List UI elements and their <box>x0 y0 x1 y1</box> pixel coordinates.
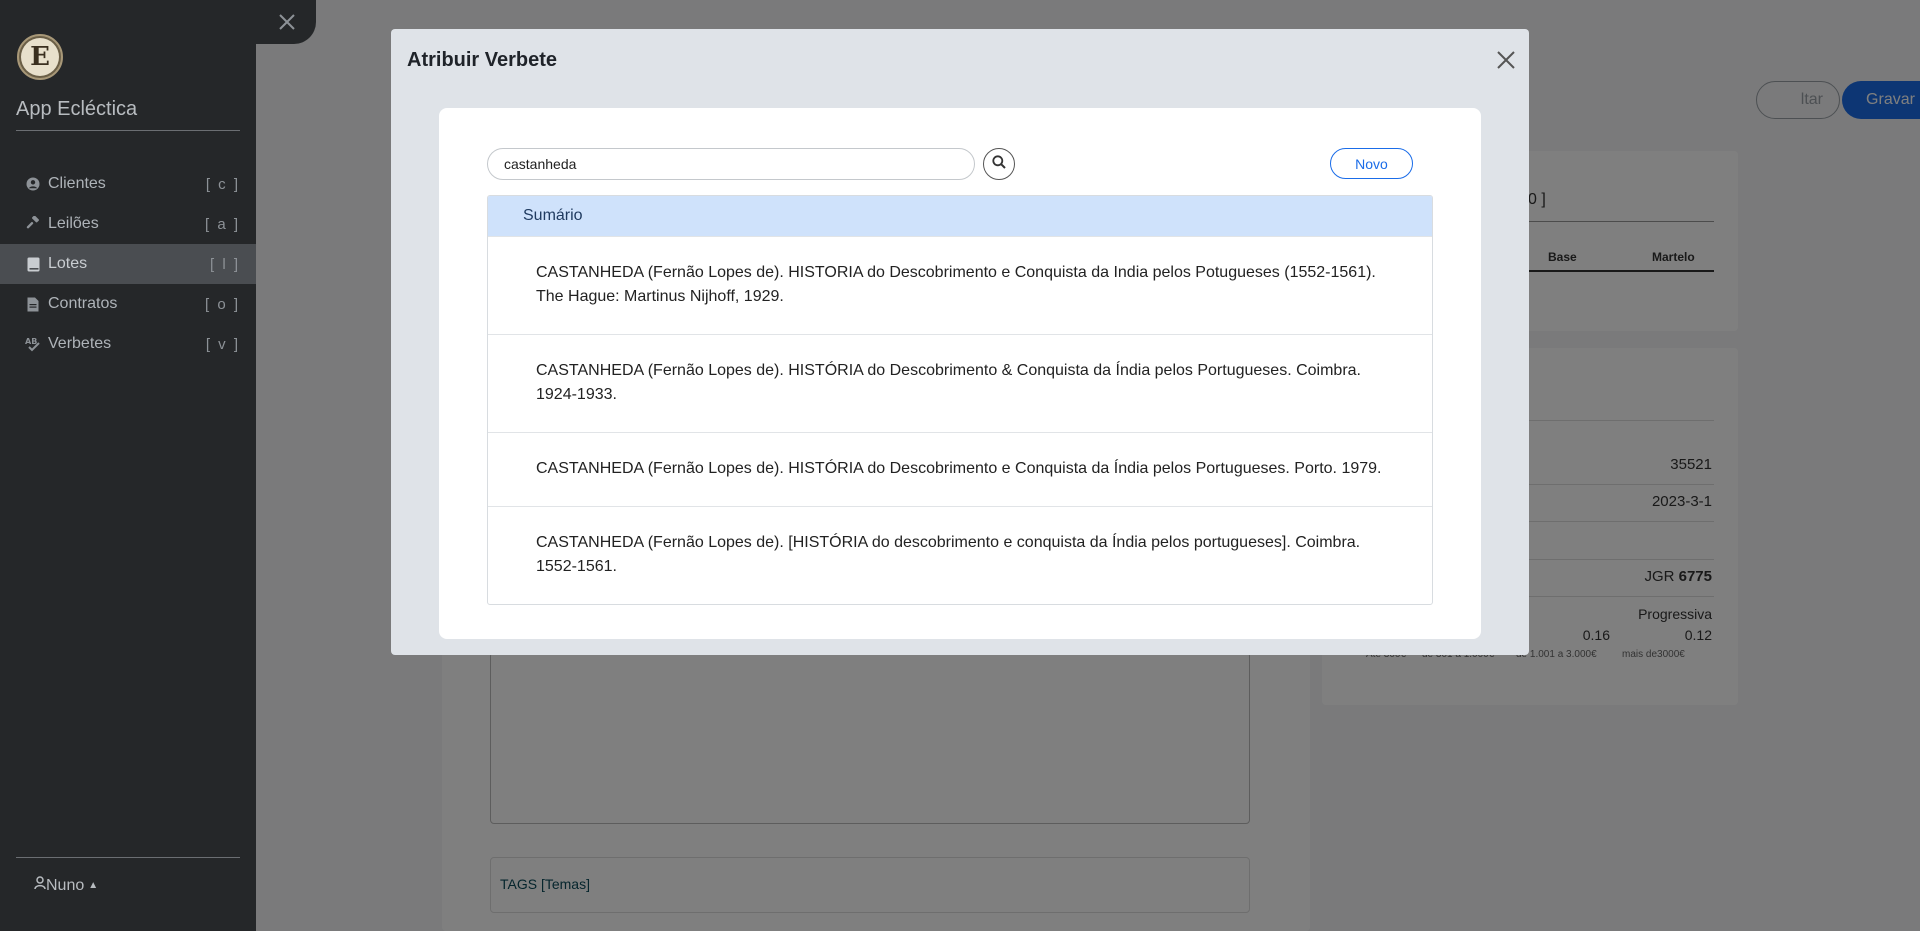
file-icon <box>24 296 42 312</box>
user-name: Nuno <box>46 876 85 894</box>
new-entry-button-label: Novo <box>1355 155 1388 172</box>
new-entry-button[interactable]: Novo <box>1330 148 1413 179</box>
sidebar-item-clientes[interactable]: Clientes [ c ] <box>0 164 256 204</box>
search-input[interactable] <box>487 148 975 180</box>
modal-body: Novo Sumário CASTANHEDA (Fernão Lopes de… <box>439 108 1481 639</box>
shortcut-key: [ v ] <box>205 335 240 353</box>
user-circle-icon <box>24 176 42 192</box>
results-header: Sumário <box>488 196 1432 236</box>
search-icon <box>992 154 1006 174</box>
book-icon <box>24 256 42 272</box>
modal-close-button[interactable] <box>1495 49 1517 71</box>
shortcut-key: [ o ] <box>204 295 240 313</box>
shortcut-key: [ l ] <box>209 255 240 273</box>
sidebar-item-leiloes[interactable]: Leilões [ a ] <box>0 204 256 244</box>
sidebar-item-label: Contratos <box>48 295 118 312</box>
close-icon <box>1495 51 1517 75</box>
sidebar: E App Ecléctica Clientes [ c ] Leilões [… <box>0 0 256 931</box>
results-table: Sumário CASTANHEDA (Fernão Lopes de). HI… <box>487 195 1433 605</box>
modal-title: Atribuir Verbete <box>407 49 558 71</box>
shortcut-key: [ c ] <box>205 175 240 193</box>
search-button[interactable] <box>983 148 1015 180</box>
logo-letter: E <box>21 38 59 76</box>
result-row[interactable]: CASTANHEDA (Fernão Lopes de). HISTORIA d… <box>488 236 1432 334</box>
sidebar-divider <box>16 130 240 131</box>
gavel-icon <box>24 216 42 232</box>
sidebar-nav: Clientes [ c ] Leilões [ a ] Lotes [ l ]… <box>0 164 256 364</box>
sidebar-item-label: Clientes <box>48 175 106 192</box>
result-row[interactable]: CASTANHEDA (Fernão Lopes de). HISTÓRIA d… <box>488 334 1432 432</box>
shortcut-key: [ a ] <box>204 215 240 233</box>
assign-entry-modal: Atribuir Verbete Novo Sumário CASTANHEDA… <box>391 29 1529 655</box>
user-icon <box>34 876 46 895</box>
result-row[interactable]: CASTANHEDA (Fernão Lopes de). HISTÓRIA d… <box>488 432 1432 506</box>
sidebar-divider <box>16 857 240 858</box>
close-icon <box>276 11 298 33</box>
svg-text:AB: AB <box>25 337 37 346</box>
sidebar-close-button[interactable] <box>256 0 316 44</box>
spellcheck-icon: AB <box>24 336 42 352</box>
sidebar-item-contratos[interactable]: Contratos [ o ] <box>0 284 256 324</box>
app-title: App Ecléctica <box>16 98 138 120</box>
app-logo[interactable]: E <box>17 34 63 80</box>
sidebar-item-lotes[interactable]: Lotes [ l ] <box>0 244 256 284</box>
caret-up-icon: ▲ <box>88 880 99 891</box>
sidebar-item-label: Verbetes <box>48 335 112 352</box>
sidebar-item-verbetes[interactable]: AB Verbetes [ v ] <box>0 324 256 364</box>
user-menu[interactable]: Nuno ▲ <box>34 876 98 895</box>
result-row[interactable]: CASTANHEDA (Fernão Lopes de). [HISTÓRIA … <box>488 506 1432 604</box>
sidebar-item-label: Leilões <box>48 215 99 232</box>
sidebar-item-label: Lotes <box>48 255 88 272</box>
